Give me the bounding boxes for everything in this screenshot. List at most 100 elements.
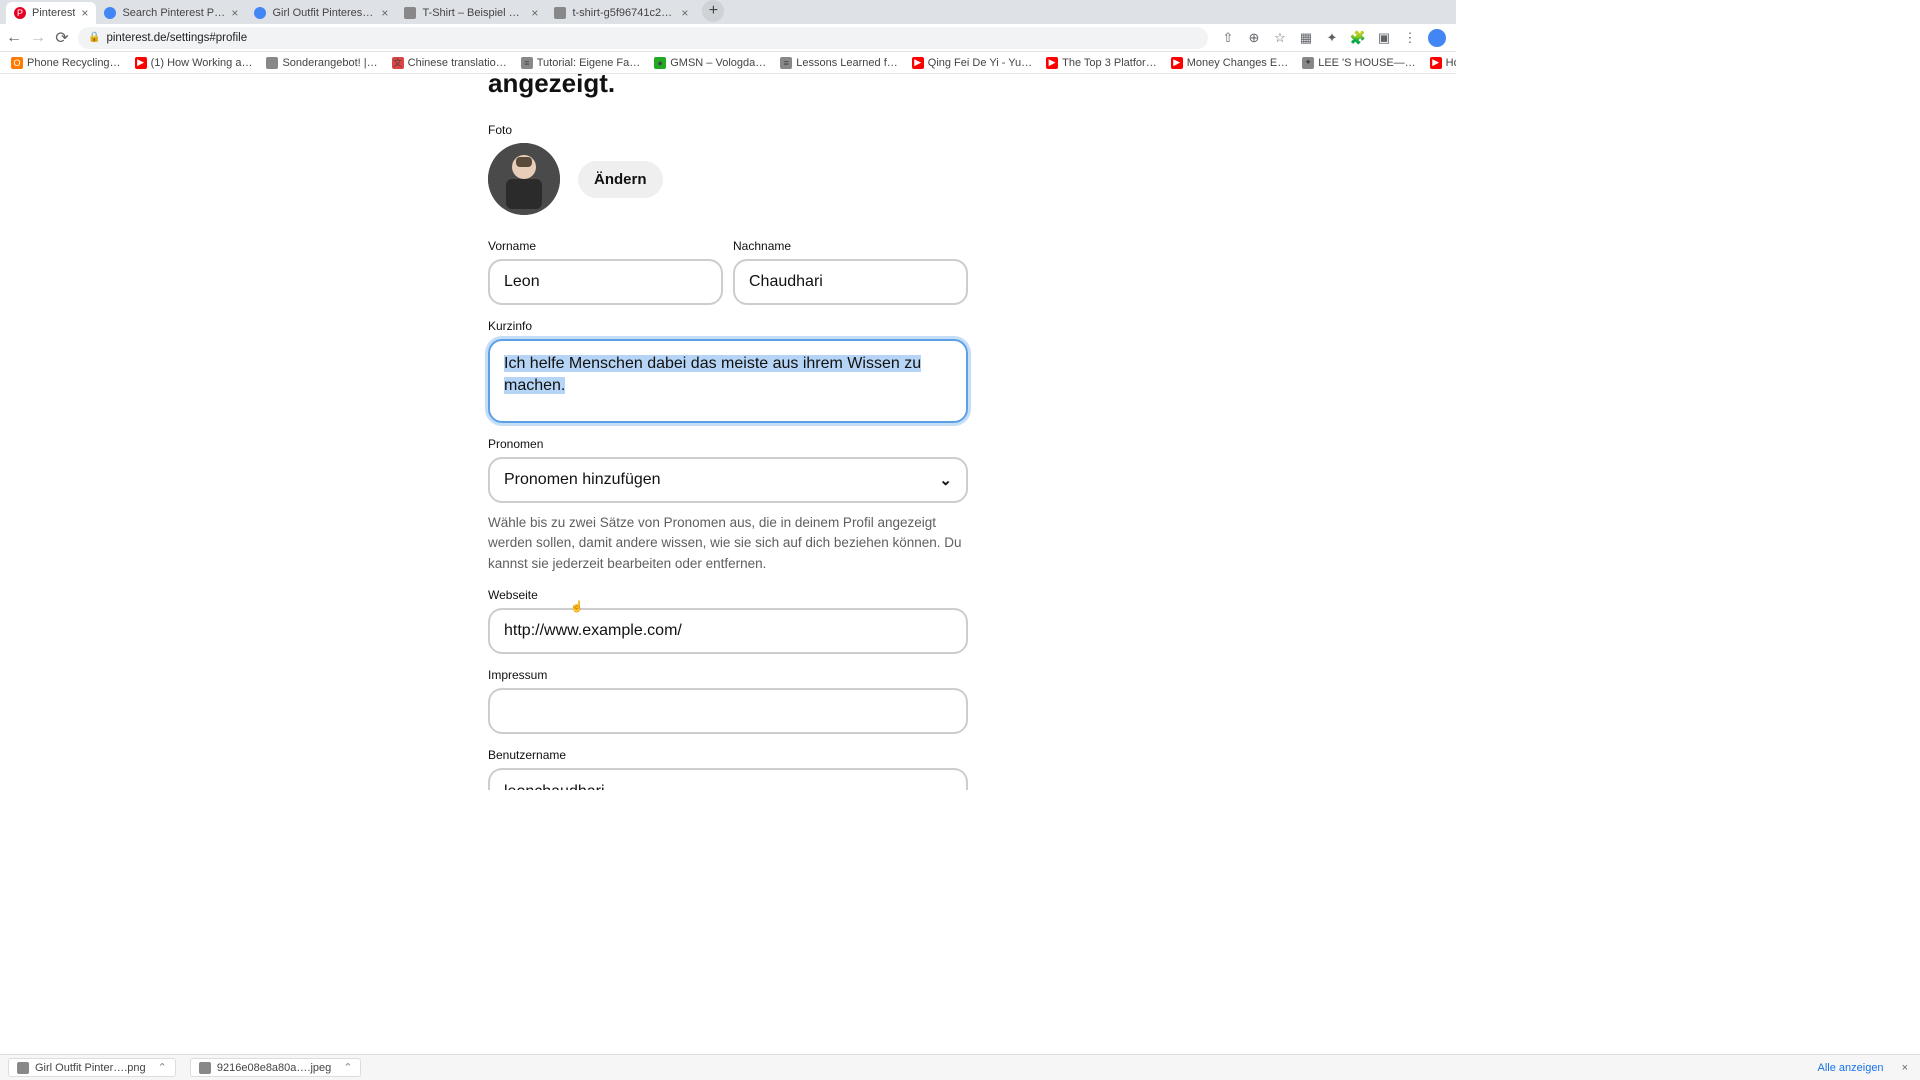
bookmark-icon: 文 [392, 57, 404, 69]
canva-icon [254, 7, 266, 19]
close-icon[interactable]: × [381, 6, 388, 20]
star-icon[interactable]: ☆ [1272, 30, 1288, 46]
tab-title: Pinterest [32, 7, 75, 19]
lastname-label: Nachname [733, 239, 968, 253]
bookmarks-bar: O Phone Recycling… ▶(1) How Working a… So… [0, 52, 1456, 74]
download-item[interactable]: Girl Outfit Pinter….png ⌃ [8, 1058, 176, 1077]
firstname-input[interactable] [488, 259, 723, 305]
profile-settings-form: angezeigt. Foto Ändern Vorname Nachname [488, 74, 968, 790]
bio-label: Kurzinfo [488, 319, 968, 333]
tab-image[interactable]: t-shirt-g5f96741c2_1280.jpg × [546, 2, 696, 24]
name-row: Vorname Nachname [488, 225, 968, 305]
share-icon[interactable]: ⇧ [1220, 30, 1236, 46]
download-filename: Girl Outfit Pinter….png [35, 1062, 146, 1074]
bookmark-item[interactable]: ≡ Tutorial: Eigene Fa… [516, 57, 646, 69]
page-icon [554, 7, 566, 19]
download-item[interactable]: 9216e08e8a80a….jpeg ⌃ [190, 1058, 362, 1077]
impressum-input[interactable] [488, 688, 968, 734]
canva-icon [104, 7, 116, 19]
bookmark-item[interactable]: Sonderangebot! |… [261, 57, 382, 69]
pronouns-helper: Wähle bis zu zwei Sätze von Pronomen aus… [488, 513, 968, 574]
bookmark-icon: O [11, 57, 23, 69]
bookmark-item[interactable]: 文 Chinese translatio… [387, 57, 512, 69]
tab-title: Girl Outfit Pinterest Pin (1000 [272, 7, 375, 19]
tab-tshirt[interactable]: T-Shirt – Beispiel Dropshippin × [396, 2, 546, 24]
avatar-placeholder-icon [488, 143, 560, 215]
youtube-icon: ▶ [1171, 57, 1183, 69]
tab-pinterest[interactable]: P Pinterest × [6, 2, 96, 24]
close-icon[interactable]: × [681, 6, 688, 20]
username-input[interactable] [488, 768, 968, 790]
bookmark-label: How to get more v… [1446, 57, 1456, 69]
chevron-down-icon: ⌄ [939, 471, 952, 489]
bio-textarea-wrap: Ich helfe Menschen dabei das meiste aus … [488, 339, 968, 423]
tab-bar: P Pinterest × Search Pinterest Pin (1000… [0, 0, 1456, 24]
bookmark-icon: ≡ [780, 57, 792, 69]
close-icon[interactable]: × [231, 6, 238, 20]
chevron-up-icon[interactable]: ⌃ [343, 1061, 352, 1074]
bio-textarea[interactable]: Ich helfe Menschen dabei das meiste aus … [492, 343, 964, 419]
puzzle-icon[interactable]: 🧩 [1350, 30, 1366, 46]
tab-title: T-Shirt – Beispiel Dropshippin [422, 7, 525, 19]
tab-search[interactable]: Search Pinterest Pin (1000 × × [96, 2, 246, 24]
chevron-up-icon[interactable]: ⌃ [158, 1061, 167, 1074]
bookmark-item[interactable]: ▶(1) How Working a… [130, 57, 258, 69]
bookmark-item[interactable]: ≡ Lessons Learned f… [775, 57, 903, 69]
menu-icon[interactable]: ⋮ [1402, 30, 1418, 46]
photo-label: Foto [488, 123, 968, 137]
reload-icon[interactable]: ⟳ [54, 30, 70, 46]
pronouns-label: Pronomen [488, 437, 968, 451]
pronouns-select[interactable]: Pronomen hinzufügen ⌄ [488, 457, 968, 503]
tab-girl-outfit[interactable]: Girl Outfit Pinterest Pin (1000 × [246, 2, 396, 24]
back-icon[interactable]: ← [6, 30, 22, 46]
bookmark-item[interactable]: ●GMSN – Vologda… [649, 57, 771, 69]
bookmark-item[interactable]: ✦LEE 'S HOUSE—… [1297, 57, 1420, 69]
impressum-label: Impressum [488, 668, 968, 682]
youtube-icon: ▶ [1046, 57, 1058, 69]
forward-icon[interactable]: → [30, 30, 46, 46]
bio-selected-text: Ich helfe Menschen dabei das meiste aus … [504, 355, 921, 394]
close-icon[interactable]: × [531, 6, 538, 20]
pronouns-placeholder: Pronomen hinzufügen [504, 471, 661, 489]
bookmark-icon [266, 57, 278, 69]
youtube-icon: ▶ [1430, 57, 1442, 69]
bookmark-item[interactable]: ▶Qing Fei De Yi - Yu… [907, 57, 1037, 69]
bookmark-item[interactable]: O Phone Recycling… [6, 57, 126, 69]
page-heading-cut: angezeigt. [488, 74, 968, 99]
page-icon [404, 7, 416, 19]
bookmark-label: Lessons Learned f… [796, 57, 898, 69]
translate-icon[interactable]: ⊕ [1246, 30, 1262, 46]
website-label: Webseite [488, 588, 968, 602]
qr-icon[interactable]: ▦ [1298, 30, 1314, 46]
url-bar[interactable]: 🔒 pinterest.de/settings#profile [78, 27, 1208, 49]
bookmark-icon: ● [654, 57, 666, 69]
new-tab-button[interactable]: + [702, 0, 724, 22]
change-photo-button[interactable]: Ändern [578, 161, 663, 198]
bookmark-item[interactable]: ▶ How to get more v… [1425, 57, 1456, 69]
photo-row: Ändern [488, 143, 968, 215]
extension-icon[interactable]: ✦ [1324, 30, 1340, 46]
download-filename: 9216e08e8a80a….jpeg [217, 1062, 331, 1074]
bookmark-item[interactable]: ▶Money Changes E… [1166, 57, 1294, 69]
close-icon[interactable]: × [81, 6, 88, 20]
close-icon[interactable]: × [1898, 1062, 1912, 1074]
bookmark-label: Sonderangebot! |… [282, 57, 377, 69]
show-all-downloads[interactable]: Alle anzeigen [1818, 1062, 1884, 1074]
browser-chrome: P Pinterest × Search Pinterest Pin (1000… [0, 0, 1456, 24]
profile-avatar[interactable] [1428, 29, 1446, 47]
cast-icon[interactable]: ▣ [1376, 30, 1392, 46]
tab-title: Search Pinterest Pin (1000 × [122, 7, 225, 19]
bookmark-label: Qing Fei De Yi - Yu… [928, 57, 1032, 69]
bookmark-label: Phone Recycling… [27, 57, 121, 69]
website-input[interactable] [488, 608, 968, 654]
youtube-icon: ▶ [135, 57, 147, 69]
bookmark-icon: ≡ [521, 57, 533, 69]
firstname-label: Vorname [488, 239, 723, 253]
profile-photo [488, 143, 560, 215]
bookmark-label: Chinese translatio… [408, 57, 507, 69]
bookmark-label: Tutorial: Eigene Fa… [537, 57, 641, 69]
lastname-input[interactable] [733, 259, 968, 305]
tab-title: t-shirt-g5f96741c2_1280.jpg [572, 7, 675, 19]
bookmark-item[interactable]: ▶The Top 3 Platfor… [1041, 57, 1162, 69]
bookmark-label: LEE 'S HOUSE—… [1318, 57, 1415, 69]
